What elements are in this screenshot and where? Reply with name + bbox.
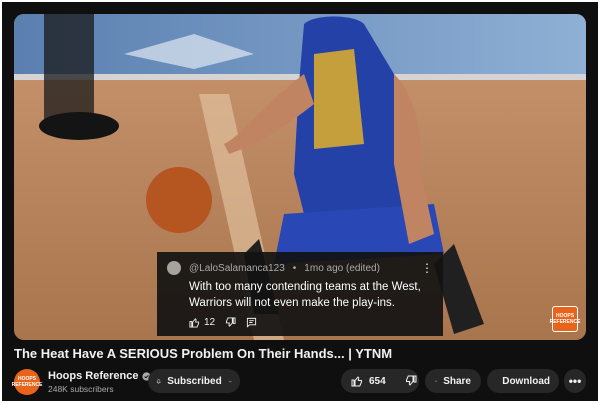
like-count: 654	[369, 375, 386, 387]
share-label: Share	[443, 375, 471, 387]
share-button[interactable]: Share	[425, 369, 481, 393]
thumbs-up-icon	[189, 318, 200, 328]
subscribed-button[interactable]: Subscribed	[148, 369, 240, 393]
like-dislike-group: 654	[341, 369, 419, 393]
video-title: The Heat Have A SERIOUS Problem On Their…	[14, 346, 393, 361]
comment-like-button[interactable]: 12	[189, 317, 215, 328]
reply-icon	[247, 317, 257, 328]
thumbs-down-icon	[226, 317, 236, 327]
dislike-button[interactable]	[396, 369, 426, 393]
download-button[interactable]: Download	[487, 369, 559, 393]
subscribed-label: Subscribed	[167, 375, 222, 387]
channel-name[interactable]: Hoops Reference	[48, 370, 138, 382]
comment-time: 1mo ago (edited)	[304, 262, 380, 274]
bell-icon	[156, 378, 161, 384]
comment-author[interactable]: @LaloSalamanca123	[189, 263, 285, 274]
more-actions-button[interactable]: •••	[564, 369, 586, 393]
thumbs-up-icon	[351, 376, 362, 387]
channel-row: HOOPS REFERENCE Hoops Reference 248K sub…	[11, 367, 586, 395]
channel-watermark-logo[interactable]: HOOPS REFERENCE	[549, 306, 581, 332]
channel-avatar-text: HOOPS REFERENCE	[11, 376, 43, 388]
comment-like-count: 12	[204, 317, 216, 328]
subscriber-count: 248K subscribers	[48, 384, 114, 394]
watermark-text: HOOPS REFERENCE	[549, 313, 581, 325]
like-button[interactable]: 654	[341, 369, 396, 393]
separator-dot: •	[292, 262, 297, 274]
download-label: Download	[502, 375, 550, 387]
chevron-down-icon	[228, 380, 232, 383]
more-icon: •••	[568, 374, 582, 388]
comment-reply-button[interactable]	[246, 317, 257, 328]
thumbs-down-icon	[405, 375, 417, 386]
commenter-avatar[interactable]	[167, 261, 181, 275]
comment-dislike-button[interactable]	[225, 317, 236, 328]
comment-overlay: @LaloSalamanca123 • 1mo ago (edited) ⋮ W…	[157, 252, 443, 336]
share-icon	[435, 380, 438, 382]
comment-menu-icon[interactable]: ⋮	[421, 262, 433, 274]
channel-avatar[interactable]: HOOPS REFERENCE	[11, 369, 43, 395]
comment-text: With too many contending teams at the We…	[189, 281, 421, 309]
